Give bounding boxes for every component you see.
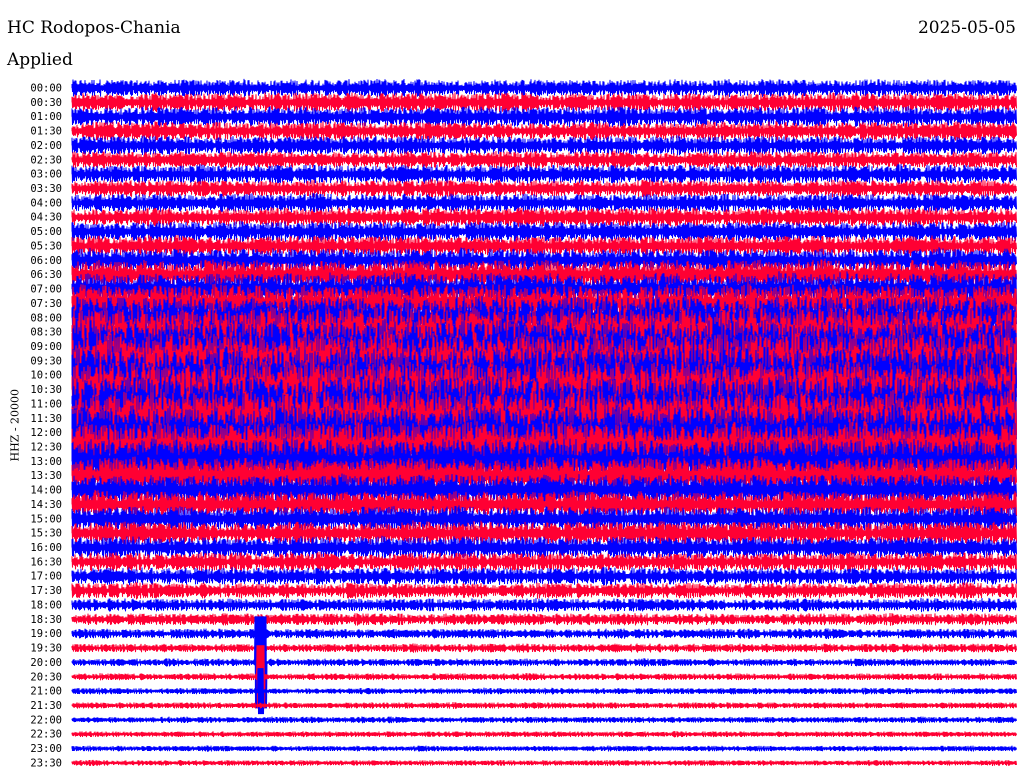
time-tick-label: 22:30 <box>30 729 62 741</box>
time-tick-label: 16:30 <box>30 556 62 568</box>
time-tick-label: 18:30 <box>30 614 62 626</box>
helicorder-page: { "header": { "station": "HC Rodopos-Cha… <box>0 0 1024 780</box>
time-tick-label: 15:30 <box>30 528 62 540</box>
time-tick-label: 04:00 <box>30 197 62 209</box>
time-tick-label: 13:00 <box>30 456 62 468</box>
trace-row-2230 <box>71 731 1017 738</box>
time-tick-label: 04:30 <box>30 212 62 224</box>
trace-row-2200 <box>71 716 1017 724</box>
time-tick-label: 02:00 <box>30 140 62 152</box>
time-tick-label: 00:00 <box>30 83 62 95</box>
time-tick-label: 12:30 <box>30 442 62 454</box>
time-tick-label: 11:30 <box>30 413 62 425</box>
trace-row-0230 <box>71 150 1017 170</box>
trace-row-2130 <box>71 702 1017 709</box>
helicorder-plot: 00:00 00:30 01:00 01:30 02:00 02:30 03:00 03:30… <box>30 78 1017 770</box>
trace-row-2030 <box>71 645 1017 709</box>
time-tick-label: 15:00 <box>30 513 62 525</box>
time-tick-label: 08:30 <box>30 327 62 339</box>
time-tick-label: 21:30 <box>30 700 62 712</box>
time-tick-label: 23:00 <box>30 743 62 755</box>
trace-row-1700 <box>71 566 1017 586</box>
time-tick-label: 13:30 <box>30 470 62 482</box>
time-tick-label: 05:00 <box>30 226 62 238</box>
time-tick-label: 06:30 <box>30 269 62 281</box>
time-tick-label: 09:00 <box>30 341 62 353</box>
time-tick-label: 02:30 <box>30 154 62 166</box>
time-tick-label: 22:00 <box>30 714 62 726</box>
time-tick-label: 12:00 <box>30 427 62 439</box>
time-tick-label: 16:00 <box>30 542 62 554</box>
trace-row-0300 <box>71 163 1017 185</box>
time-tick-label: 07:30 <box>30 298 62 310</box>
time-tick-label: 09:30 <box>30 355 62 367</box>
trace-row-1930 <box>71 643 1017 653</box>
time-tick-label: 18:00 <box>30 600 62 612</box>
filter-label: Applied <box>7 50 73 70</box>
record-date: 2025-05-05 <box>917 18 1016 38</box>
time-tick-label: 17:30 <box>30 585 62 597</box>
trace-row-1900 <box>71 628 1017 640</box>
trace-row-1800 <box>71 597 1017 613</box>
time-tick-label: 10:00 <box>30 370 62 382</box>
time-tick-label: 08:00 <box>30 312 62 324</box>
trace-row-2000 <box>71 616 1017 709</box>
trace-row-1830 <box>71 612 1017 626</box>
time-tick-label: 23:30 <box>30 757 62 769</box>
time-tick-label: 20:00 <box>30 657 62 669</box>
trace-row-2300 <box>71 745 1017 752</box>
time-tick-label: 00:30 <box>30 97 62 109</box>
channel-axis-label: HHZ - 20000 <box>8 388 22 462</box>
time-tick-label: 17:00 <box>30 571 62 583</box>
time-tick-label: 10:30 <box>30 384 62 396</box>
time-tick-labels: 00:00 00:30 01:00 01:30 02:00 02:30 03:00 03:30… <box>30 83 62 770</box>
trace-row-0000 <box>71 78 1017 98</box>
time-tick-label: 21:00 <box>30 686 62 698</box>
trace-row-2330 <box>71 759 1017 767</box>
time-tick-label: 20:30 <box>30 671 62 683</box>
time-tick-label: 03:00 <box>30 169 62 181</box>
time-tick-label: 19:00 <box>30 628 62 640</box>
seismic-traces <box>71 78 1017 767</box>
time-tick-label: 01:00 <box>30 111 62 123</box>
time-tick-label: 14:30 <box>30 499 62 511</box>
station-title: HC Rodopos-Chania <box>7 18 181 38</box>
trace-row-1730 <box>71 581 1017 600</box>
time-tick-label: 11:00 <box>30 398 62 410</box>
time-tick-label: 05:30 <box>30 241 62 253</box>
time-tick-label: 14:00 <box>30 485 62 497</box>
time-tick-label: 07:00 <box>30 284 62 296</box>
time-tick-label: 01:30 <box>30 126 62 138</box>
time-tick-label: 03:30 <box>30 183 62 195</box>
time-tick-label: 06:00 <box>30 255 62 267</box>
time-tick-label: 19:30 <box>30 643 62 655</box>
